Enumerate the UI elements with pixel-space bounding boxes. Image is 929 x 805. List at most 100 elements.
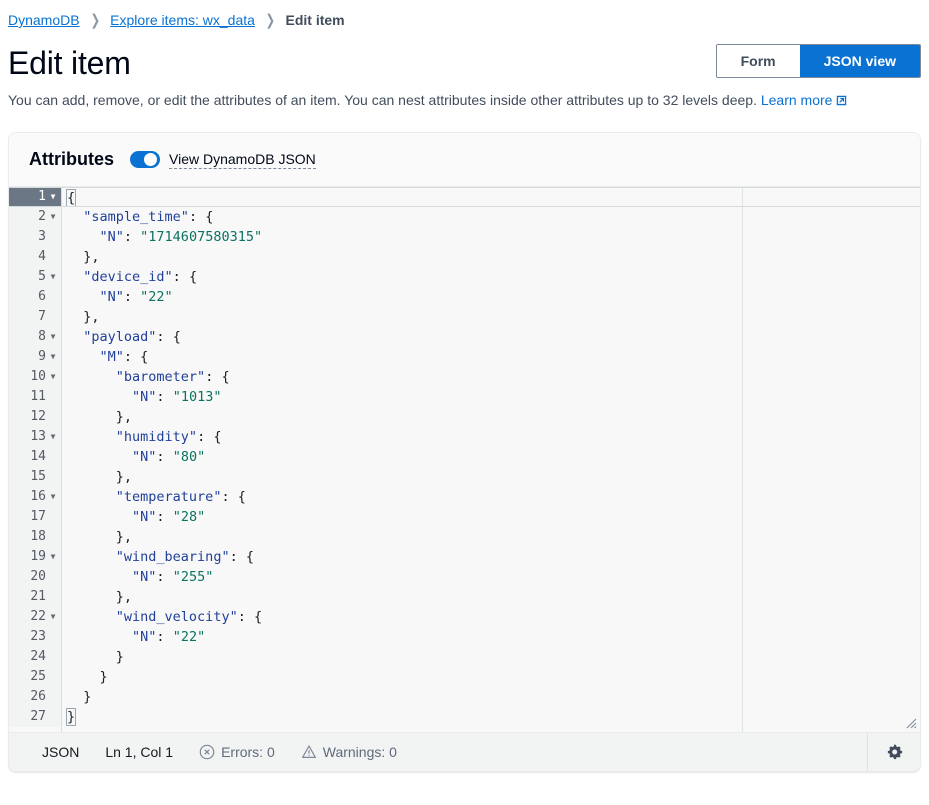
code-line[interactable]: 14▼ "N": "80" [9,447,920,467]
line-number: 14 [30,449,46,464]
line-number-gutter[interactable]: 2 ▼ [9,207,61,227]
line-number-gutter[interactable]: 8 ▼ [9,327,61,347]
page-description-text: You can add, remove, or edit the attribu… [8,92,757,108]
code-token: : [156,389,173,405]
breadcrumb-item-explore-items[interactable]: Explore items: wx_data [110,12,255,28]
error-circle-icon [199,744,215,760]
toggle-switch[interactable] [130,151,160,168]
code-line[interactable]: 19 ▼ "wind_bearing": { [9,547,920,567]
code-token: : [205,369,222,385]
code-line[interactable]: 1 ▼{ [9,187,920,207]
code-line-content: }, [61,527,920,547]
fold-arrow-icon[interactable]: ▼ [49,333,57,341]
line-number-gutter[interactable]: 21▼ [9,587,61,607]
code-token: }, [115,409,133,425]
code-line-content: } [61,707,920,727]
code-line[interactable]: 24▼ } [9,647,920,667]
status-errors[interactable]: Errors: 0 [199,744,275,760]
code-token: "N" [99,229,124,245]
line-number-gutter[interactable]: 25▼ [9,667,61,687]
code-line[interactable]: 13 ▼ "humidity": { [9,427,920,447]
code-token: "1013" [172,389,222,405]
fold-arrow-icon[interactable]: ▼ [49,373,57,381]
breadcrumb-separator-icon: ❯ [265,11,275,29]
code-lines[interactable]: 1▼{2▼ "sample_time": {3▼ "N": "171460758… [9,187,920,727]
line-number: 25 [30,669,46,684]
code-line[interactable]: 9 ▼ "M": { [9,347,920,367]
line-number-gutter[interactable]: 13 ▼ [9,427,61,447]
json-code-editor[interactable]: 1▼{2▼ "sample_time": {3▼ "N": "171460758… [9,187,920,732]
code-line[interactable]: 18▼ }, [9,527,920,547]
code-line[interactable]: 8 ▼ "payload": { [9,327,920,347]
line-number-gutter[interactable]: 7▼ [9,307,61,327]
code-line[interactable]: 12▼ }, [9,407,920,427]
line-number-gutter[interactable]: 4▼ [9,247,61,267]
code-line[interactable]: 5 ▼ "device_id": { [9,267,920,287]
code-line[interactable]: 17▼ "N": "28" [9,507,920,527]
code-line[interactable]: 27▼} [9,707,920,727]
code-line[interactable]: 21▼ }, [9,587,920,607]
line-number-gutter[interactable]: 12▼ [9,407,61,427]
fold-arrow-icon[interactable]: ▼ [49,353,57,361]
learn-more-link[interactable]: Learn more [761,92,833,108]
code-line-content: "N": "22" [61,287,920,307]
line-number-gutter[interactable]: 3▼ [9,227,61,247]
line-number-gutter[interactable]: 17▼ [9,507,61,527]
code-line[interactable]: 26▼ } [9,687,920,707]
code-line[interactable]: 25▼ } [9,667,920,687]
code-line[interactable]: 23▼ "N": "22" [9,627,920,647]
fold-arrow-icon[interactable]: ▼ [49,433,57,441]
resize-grip-icon[interactable] [903,715,917,729]
line-number: 10 [30,369,46,384]
line-number-gutter[interactable]: 16 ▼ [9,487,61,507]
editor-settings-button[interactable] [867,733,920,771]
code-line[interactable]: 6▼ "N": "22" [9,287,920,307]
code-line[interactable]: 22 ▼ "wind_velocity": { [9,607,920,627]
code-line[interactable]: 7▼ }, [9,307,920,327]
fold-arrow-icon[interactable]: ▼ [49,273,57,281]
fold-arrow-icon[interactable]: ▼ [49,553,57,561]
line-number-gutter[interactable]: 11▼ [9,387,61,407]
line-number: 6 [38,289,46,304]
code-token: "sample_time" [83,209,189,225]
code-token: { [140,349,149,365]
code-line[interactable]: 2 ▼ "sample_time": { [9,207,920,227]
view-dynamodb-json-toggle[interactable]: View DynamoDB JSON [130,151,316,169]
fold-arrow-icon[interactable]: ▼ [49,493,57,501]
line-number-gutter[interactable]: 20▼ [9,567,61,587]
code-token: } [115,649,124,665]
line-number-gutter[interactable]: 5 ▼ [9,267,61,287]
line-number-gutter[interactable]: 1 ▼ [9,188,61,206]
fold-arrow-icon[interactable]: ▼ [49,213,57,221]
code-line[interactable]: 16 ▼ "temperature": { [9,487,920,507]
line-number-gutter[interactable]: 15▼ [9,467,61,487]
fold-arrow-icon[interactable]: ▼ [49,193,57,201]
line-number-gutter[interactable]: 10 ▼ [9,367,61,387]
code-token: "wind_bearing" [115,549,230,565]
line-number-gutter[interactable]: 23▼ [9,627,61,647]
code-line[interactable]: 11▼ "N": "1013" [9,387,920,407]
form-view-button[interactable]: Form [716,45,800,77]
code-token: "28" [172,509,206,525]
code-line[interactable]: 20▼ "N": "255" [9,567,920,587]
fold-arrow-icon[interactable]: ▼ [49,613,57,621]
line-number-gutter[interactable]: 14▼ [9,447,61,467]
line-number-gutter[interactable]: 27▼ [9,707,61,727]
line-number-gutter[interactable]: 9 ▼ [9,347,61,367]
code-line[interactable]: 4▼ }, [9,247,920,267]
line-number-gutter[interactable]: 6▼ [9,287,61,307]
status-warnings[interactable]: Warnings: 0 [301,744,397,760]
line-number: 2 [38,209,46,224]
line-number-gutter[interactable]: 18▼ [9,527,61,547]
json-view-button[interactable]: JSON view [799,45,920,77]
line-number-gutter[interactable]: 26▼ [9,687,61,707]
breadcrumb-item-dynamodb[interactable]: DynamoDB [8,12,80,28]
line-number: 15 [30,469,46,484]
line-number-gutter[interactable]: 22 ▼ [9,607,61,627]
code-line[interactable]: 3▼ "N": "1714607580315" [9,227,920,247]
line-number-gutter[interactable]: 24▼ [9,647,61,667]
line-number-gutter[interactable]: 19 ▼ [9,547,61,567]
code-token: "M" [99,349,124,365]
code-line[interactable]: 10 ▼ "barometer": { [9,367,920,387]
code-line[interactable]: 15▼ }, [9,467,920,487]
